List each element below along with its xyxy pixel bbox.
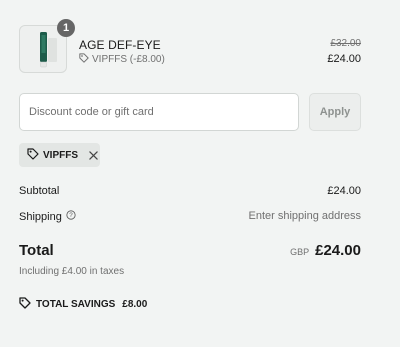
svg-text:?: ? (69, 212, 73, 219)
total-label: Total (19, 242, 54, 259)
currency-code: GBP (290, 247, 310, 257)
tag-icon (79, 53, 89, 66)
help-icon[interactable]: ? (66, 210, 76, 223)
subtotal-value: £24.00 (327, 185, 361, 197)
line-item: 1 AGE DEF-EYE VIPFFS (-£8.00) £32.00 £24… (19, 19, 361, 74)
total-value: £24.00 (315, 242, 361, 259)
discount-code-input[interactable] (19, 93, 299, 131)
remove-discount-close-icon[interactable] (89, 150, 98, 160)
tag-icon (19, 297, 31, 312)
order-summary: 1 AGE DEF-EYE VIPFFS (-£8.00) £32.00 £24… (19, 0, 361, 347)
applied-discount-tag: VIPFFS (19, 143, 100, 167)
apply-button[interactable]: Apply (309, 93, 361, 131)
product-name: AGE DEF-EYE (79, 38, 161, 52)
shipping-label: Shipping (19, 210, 62, 223)
tag-icon (27, 147, 39, 163)
product-discount: VIPFFS (-£8.00) (79, 53, 165, 66)
product-discount-label: VIPFFS (-£8.00) (92, 54, 165, 65)
applied-discount-code: VIPFFS (43, 149, 79, 161)
savings-label: TOTAL SAVINGS (36, 299, 116, 310)
taxes-note: Including £4.00 in taxes (19, 266, 125, 277)
quantity-badge: 1 (57, 19, 75, 37)
shipping-value: Enter shipping address (248, 210, 361, 222)
total-savings: TOTAL SAVINGS £8.00 (19, 297, 147, 312)
product-price: £24.00 (327, 53, 361, 65)
savings-value: £8.00 (122, 299, 148, 310)
subtotal-label: Subtotal (19, 185, 60, 197)
original-price: £32.00 (330, 38, 361, 49)
